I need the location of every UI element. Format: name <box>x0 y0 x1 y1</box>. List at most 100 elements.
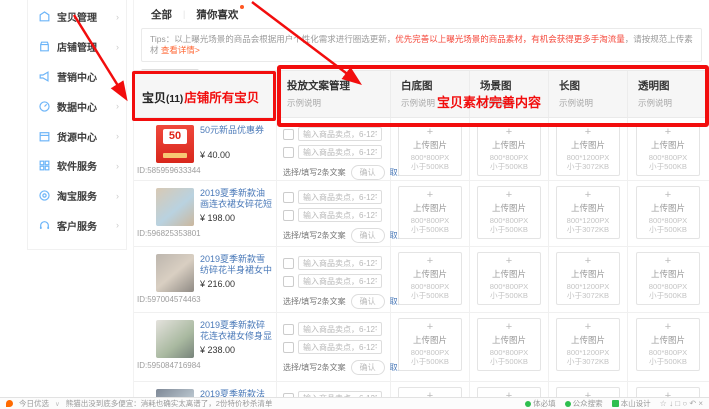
warehouse-icon <box>38 130 51 143</box>
confirm-button[interactable]: 确认 <box>351 294 385 309</box>
status-item[interactable]: 体必填 <box>525 398 556 409</box>
checkbox[interactable] <box>283 192 294 203</box>
checkbox[interactable] <box>283 342 294 353</box>
flame-icon <box>6 400 13 407</box>
bottom-bar-text[interactable]: 熊猫出没到底多便宜：消耗也确实太离谱了，2份特价秒杀清单 <box>66 398 273 409</box>
product-title-link[interactable]: 50元新品优惠券 <box>200 125 274 147</box>
status-item[interactable]: 公众搜索 <box>565 398 603 409</box>
upload-image-button[interactable]: +上传图片800*800PX小于500KB <box>477 252 541 305</box>
upload-image-button[interactable]: +上传图片800*800PX小于500KB <box>477 318 541 371</box>
plus-icon: + <box>478 191 540 200</box>
example-link[interactable]: 示例说明 <box>559 97 627 109</box>
product-title-link[interactable]: 2019夏季新款雪纺碎花半身裙女中长款显瘦百搭 <box>200 254 274 276</box>
sidebar-item-supply-center[interactable]: 货源中心 › <box>28 121 126 151</box>
product-cell: 50 50元新品优惠券 ¥ 40.00 ID:585959633344 <box>134 118 277 180</box>
sidebar-item-software-service[interactable]: 软件服务 › <box>28 151 126 181</box>
upload-image-button[interactable]: +上传图片800*800PX小于500KB <box>398 318 462 371</box>
selling-point-input[interactable] <box>298 190 382 204</box>
status-label: 体必填 <box>533 398 556 409</box>
product-title-link[interactable]: 2019夏季新款油画连衣裙女碎花短袖T恤中长款 <box>200 188 274 210</box>
bottom-bar-title[interactable]: 今日优选 <box>19 398 49 409</box>
sidebar-item-label: 宝贝管理 <box>57 9 97 24</box>
tab-all[interactable]: 全部 <box>151 7 172 22</box>
upload-image-button[interactable]: +上传图片800*800PX小于500KB <box>636 186 700 239</box>
product-image[interactable] <box>156 254 194 292</box>
product-id: ID:596825353801 <box>134 226 276 238</box>
table-row: 50 50元新品优惠券 ¥ 40.00 ID:585959633344 选择/填… <box>134 118 709 181</box>
selling-point-input[interactable] <box>298 127 382 141</box>
toolbar-icons[interactable]: ☆ ↓ □ ○ ↶ × <box>660 399 703 408</box>
confirm-button[interactable]: 确认 <box>351 228 385 243</box>
product-image[interactable] <box>156 320 194 358</box>
upload-image-button[interactable]: + <box>556 387 620 397</box>
status-item[interactable]: 本山设计 <box>612 398 651 409</box>
example-link[interactable]: 示例说明 <box>480 97 548 109</box>
checkbox[interactable] <box>283 324 294 335</box>
selling-point-input[interactable] <box>298 322 382 336</box>
upload-image-button[interactable]: +上传图片800*1200PX小于3072KB <box>556 318 620 371</box>
upload-image-button[interactable]: +上传图片800*800PX小于500KB <box>636 252 700 305</box>
checkbox[interactable] <box>283 276 294 287</box>
upload-image-button[interactable]: +上传图片800*1200PX小于3072KB <box>556 252 620 305</box>
product-image[interactable] <box>156 188 194 226</box>
example-link[interactable]: 示例说明 <box>287 97 390 109</box>
plus-icon: + <box>557 323 619 332</box>
sidebar-item-customer-service[interactable]: 客户服务 › <box>28 211 126 241</box>
sidebar-item-taobao-service[interactable]: 淘宝服务 › <box>28 181 126 211</box>
sidebar-item-marketing[interactable]: 营销中心 <box>28 62 126 92</box>
sidebar-item-shop-manage[interactable]: 店铺管理 › <box>28 32 126 62</box>
selling-point-input[interactable] <box>298 145 382 159</box>
example-link[interactable]: 示例说明 <box>401 97 469 109</box>
header-label: 场景图 <box>480 78 548 93</box>
checkbox[interactable] <box>283 210 294 221</box>
upload-limit: 小于3072KB <box>559 225 618 234</box>
upload-label: 上传图片 <box>399 139 461 151</box>
upload-limit: 小于500KB <box>480 225 539 234</box>
example-link[interactable]: 示例说明 <box>638 97 708 109</box>
upload-label: 上传图片 <box>637 268 699 280</box>
header-transparent: 透明图 示例说明 <box>628 71 708 117</box>
selling-point-input[interactable] <box>298 208 382 222</box>
plus-icon: + <box>399 323 461 332</box>
upload-image-button[interactable]: + <box>636 387 700 397</box>
sidebar-item-data-center[interactable]: 数据中心 › <box>28 91 126 121</box>
upload-image-button[interactable]: +上传图片800*800PX小于500KB <box>477 123 541 176</box>
upload-image-button[interactable]: + <box>477 387 541 397</box>
product-title-link[interactable]: 2019夏季新款法式波点连衣裙女中长款复古显瘦 <box>200 389 274 397</box>
upload-image-button[interactable]: + <box>398 387 462 397</box>
chevron-right-icon: › <box>116 42 119 52</box>
upload-image-button[interactable]: +上传图片800*800PX小于500KB <box>398 252 462 305</box>
upload-image-button[interactable]: +上传图片800*800PX小于500KB <box>398 123 462 176</box>
checkbox[interactable] <box>283 147 294 158</box>
upload-image-button[interactable]: +上传图片800*800PX小于500KB <box>477 186 541 239</box>
table-row: 2019夏季新款油画连衣裙女碎花短袖T恤中长款 ¥ 198.00 ID:5968… <box>134 181 709 247</box>
copy-note: 选择/填写2条文案 <box>283 362 346 373</box>
upload-image-button[interactable]: +上传图片800*800PX小于500KB <box>636 123 700 176</box>
checkbox[interactable] <box>283 258 294 269</box>
upload-image-button[interactable]: +上传图片800*800PX小于500KB <box>636 318 700 371</box>
selling-point-input[interactable] <box>298 340 382 354</box>
tab-recommend[interactable]: 猜你喜欢 <box>196 7 238 22</box>
upload-label: 上传图片 <box>557 268 619 280</box>
selling-point-input[interactable] <box>298 274 382 288</box>
upload-label: 上传图片 <box>399 202 461 214</box>
selling-point-input[interactable] <box>298 256 382 270</box>
upload-cell: +上传图片800*1200PX小于3072KB <box>549 118 628 180</box>
upload-size: 800*1200PX <box>559 348 618 357</box>
table-row: 2019夏季新款法式波点连衣裙女中长款复古显瘦 + + + + <box>134 382 709 397</box>
checkbox[interactable] <box>283 129 294 140</box>
sidebar-item-item-manage[interactable]: 宝贝管理 › <box>28 2 126 32</box>
product-image[interactable]: 50 <box>156 125 194 163</box>
confirm-button[interactable]: 确认 <box>351 165 385 180</box>
upload-image-button[interactable]: +上传图片800*1200PX小于3072KB <box>556 186 620 239</box>
product-title-link[interactable]: 2019夏季新款碎花连衣裙女修身显瘦小众网红 <box>200 320 274 342</box>
header-label: 白底图 <box>401 78 469 93</box>
confirm-button[interactable]: 确认 <box>351 360 385 375</box>
view-details-link[interactable]: 查看详情> <box>161 45 200 55</box>
plus-icon: + <box>478 128 540 137</box>
upload-image-button[interactable]: +上传图片800*1200PX小于3072KB <box>556 123 620 176</box>
product-image[interactable] <box>156 389 194 397</box>
header-scene: 场景图 示例说明 <box>470 71 549 117</box>
page: 宝贝管理 › 店铺管理 › 营销中心 数据中心 › 货源中心 › 软件服务 › <box>0 0 709 409</box>
upload-image-button[interactable]: +上传图片800*800PX小于500KB <box>398 186 462 239</box>
